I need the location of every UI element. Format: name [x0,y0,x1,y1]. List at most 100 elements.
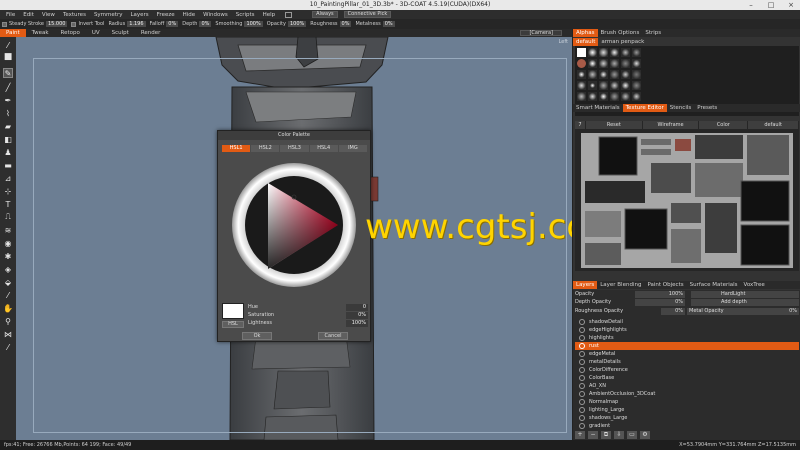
roughness-opacity-input[interactable]: 0% [661,308,685,315]
menu-file[interactable]: File [2,12,19,18]
layer-item[interactable]: Normalmap [575,398,799,406]
tab-hsl2[interactable]: HSL2 [251,145,280,152]
checkbox-icon[interactable] [71,21,77,27]
radius-option[interactable]: Radius 1.196 [108,21,146,27]
layer-item[interactable]: edgeHighlights [575,326,799,334]
text-icon[interactable]: T [3,199,13,209]
tab-layers[interactable]: Layers [573,281,598,289]
hsl-mode-button[interactable]: HSL [222,321,244,328]
maximize-icon[interactable]: □ [762,0,780,10]
alpha-cell[interactable] [577,59,586,68]
gear-icon[interactable]: ✱ [3,251,13,261]
wireframe-button[interactable]: Wireframe [642,121,699,129]
visibility-eye-icon[interactable] [579,367,585,373]
picker-icon[interactable]: ⊿ [3,173,13,183]
eraser-icon[interactable]: ◧ [3,134,13,144]
layer-item[interactable]: gradient [575,422,799,430]
alpha-cell[interactable] [599,70,608,79]
visibility-eye-icon[interactable] [579,415,585,421]
close-icon[interactable]: × [782,0,800,10]
layer-item[interactable]: shadowDetail [575,318,799,326]
layer-folder-icon[interactable]: ▭ [627,431,637,439]
tab-uv[interactable]: UV [86,29,106,37]
layer-item[interactable]: ColorDifference [575,366,799,374]
alpha-preset-pack[interactable]: arman penpack [598,38,647,46]
tab-stencils[interactable]: Stencils [667,104,694,112]
alpha-cell[interactable] [610,81,619,90]
visibility-eye-icon[interactable] [579,335,585,341]
smoothing-option[interactable]: Smoothing 100% [215,21,263,27]
alpha-cell[interactable] [610,59,619,68]
alpha-cell[interactable] [621,70,630,79]
connective-pick-dropdown[interactable]: Connective Pick [343,11,392,18]
visibility-eye-icon[interactable] [579,423,585,429]
menu-hide[interactable]: Hide [179,12,200,18]
layer-item[interactable]: edgeMetal [575,350,799,358]
alpha-cell[interactable] [588,92,597,101]
menu-symmetry[interactable]: Symmetry [90,12,127,18]
brush-icon[interactable]: ⁄ [3,40,13,50]
tab-hsl1[interactable]: HSL1 [222,145,251,152]
layer-item[interactable]: highlights [575,334,799,342]
duplicate-layer-icon[interactable]: ⧉ [601,431,611,439]
butterfly-icon[interactable]: ⋈ [3,329,13,339]
lightness-input[interactable]: 100% [346,320,368,327]
alpha-cell[interactable] [588,48,597,57]
cancel-button[interactable]: Cancel [318,332,348,340]
alpha-cell[interactable] [599,81,608,90]
eye-icon[interactable]: ◉ [3,238,13,248]
layer-item[interactable]: AmbientOcclusion_3DCoat [575,390,799,398]
uv-texture-map[interactable] [581,133,793,268]
tab-layer-blending[interactable]: Layer Blending [597,281,644,289]
roughness-option[interactable]: Roughness 0% [310,21,352,27]
tab-paint[interactable]: Paint [0,29,26,37]
layer-item[interactable]: ColorBase [575,374,799,382]
color-swatch-icon[interactable]: ■ [3,52,13,62]
visibility-eye-icon[interactable] [579,343,585,349]
tab-sculpt[interactable]: Sculpt [106,29,135,37]
alpha-cell[interactable] [621,92,630,101]
visibility-eye-icon[interactable] [579,327,585,333]
steady-stroke-option[interactable]: Steady Stroke 15.000 [2,21,68,27]
paint-brush-icon[interactable]: ✎ [3,68,13,78]
knife-icon[interactable]: ⁄ [3,342,13,352]
airbrush-icon[interactable]: ⌇ [3,108,13,118]
tab-surface-materials[interactable]: Surface Materials [687,281,741,289]
cube-icon[interactable]: ◈ [3,264,13,274]
tab-retopo[interactable]: Retopo [55,29,86,37]
metalness-option[interactable]: Metalness 0% [355,21,395,27]
depth-option[interactable]: Depth 0% [182,21,212,27]
new-layer-icon[interactable]: + [575,431,585,439]
delete-layer-icon[interactable]: − [588,431,598,439]
menu-layers[interactable]: Layers [126,12,152,18]
layer-item[interactable]: lighting_Large [575,406,799,414]
fill-icon[interactable]: ▰ [3,121,13,131]
opacity-option[interactable]: Opacity 100% [267,21,307,27]
alpha-cell[interactable] [632,48,641,57]
alpha-cell[interactable] [577,70,586,79]
metal-opacity-field[interactable]: Metal Opacity 0% [687,308,799,315]
ok-button[interactable]: Ok [242,332,272,340]
visibility-eye-icon[interactable] [579,359,585,365]
layer-item[interactable]: AO_XN [575,382,799,390]
clone-icon[interactable]: ⎍ [3,212,13,222]
saturation-input[interactable]: 0% [346,312,368,319]
alpha-cell[interactable] [621,81,630,90]
tab-texture-editor[interactable]: Texture Editor [622,104,667,112]
blend-mode-dropdown[interactable]: HardLight [691,291,799,298]
transform-icon[interactable]: ⊹ [3,186,13,196]
merge-layer-icon[interactable]: ⇩ [614,431,624,439]
pin-icon[interactable]: ⚲ [3,316,13,326]
depth-opacity-input[interactable]: 0% [635,299,685,306]
tab-brush-options[interactable]: Brush Options [598,29,643,37]
add-depth-dropdown[interactable]: Add depth [691,299,799,306]
alpha-cell[interactable] [577,81,586,90]
visibility-eye-icon[interactable] [579,391,585,397]
reset-button[interactable]: Reset [585,121,642,129]
menu-freeze[interactable]: Freeze [153,12,179,18]
alpha-cell[interactable] [610,48,619,57]
layer-opacity-input[interactable]: 100% [635,291,685,298]
tab-hsl4[interactable]: HSL4 [309,145,338,152]
color-channel-dropdown[interactable]: Color [699,121,748,129]
alpha-cell[interactable] [599,92,608,101]
